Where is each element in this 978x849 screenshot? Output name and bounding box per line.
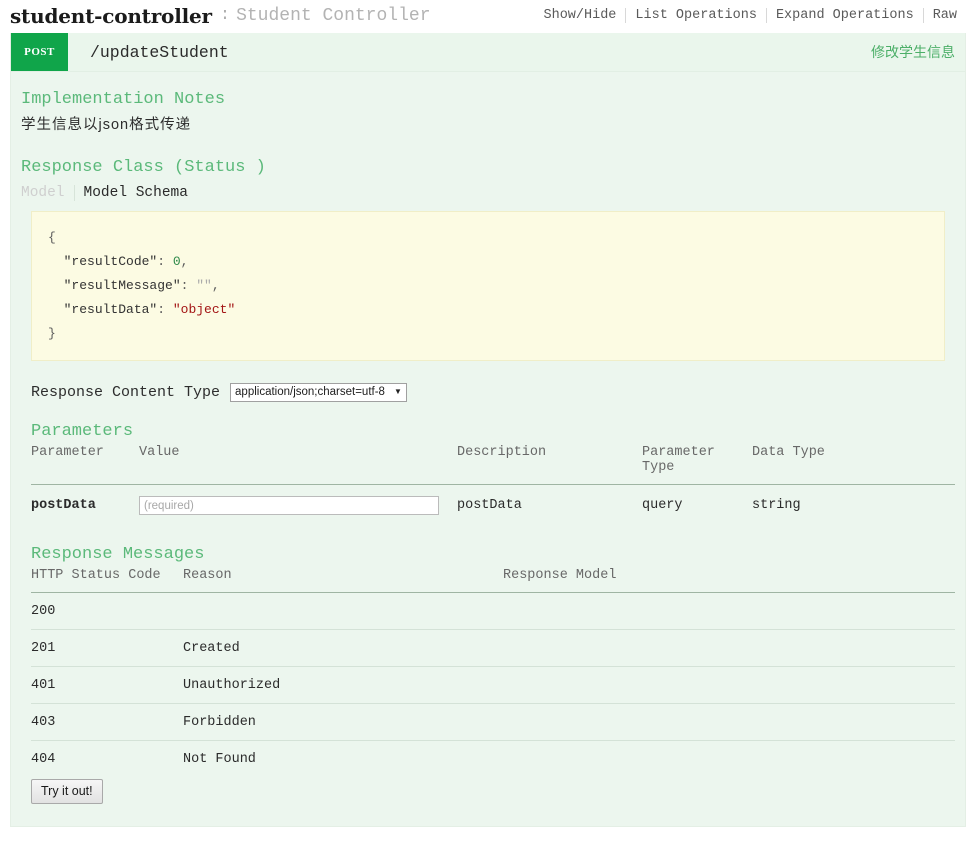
response-content-type-label: Response Content Type — [31, 384, 221, 401]
response-code-201: 201 — [31, 629, 183, 667]
list-operations-link[interactable]: List Operations — [626, 8, 766, 23]
table-row: 403 Forbidden — [31, 703, 955, 741]
resource-options: Show/Hide List Operations Expand Operati… — [535, 8, 967, 23]
response-code-403: 403 — [31, 703, 183, 741]
th-parameter-type: Parameter Type — [642, 445, 752, 485]
operation-path[interactable]: /updateStudent — [90, 43, 229, 62]
param-description-postdata: postData — [457, 498, 522, 513]
response-class-title: Response Class (Status ) — [21, 158, 266, 177]
tab-model-schema[interactable]: Model Schema — [73, 185, 188, 201]
response-header-row: HTTP Status Code Reason Response Model — [31, 568, 955, 593]
param-datatype-postdata: string — [752, 498, 801, 513]
schema-value-resultmessage: "" — [196, 278, 212, 293]
table-row: 201 Created — [31, 629, 955, 667]
table-row: 200 — [31, 592, 955, 630]
brace-close: } — [48, 326, 56, 341]
response-code-404: 404 — [31, 752, 56, 767]
parameters-section: Parameters Parameter Value Description P… — [31, 422, 955, 525]
schema-value-resultcode: 0 — [172, 254, 181, 269]
implementation-notes-text: 学生信息以json格式传递 — [21, 117, 192, 133]
th-response-model: Response Model — [503, 568, 955, 593]
try-it-out-button[interactable]: Try it out! — [31, 779, 103, 804]
th-data-type: Data Type — [752, 445, 955, 485]
response-model-403 — [503, 703, 955, 741]
response-model-201 — [503, 629, 955, 667]
response-reason-401: Unauthorized — [183, 666, 503, 704]
th-parameter-type-line2: Type — [642, 460, 675, 475]
response-code-401: 401 — [31, 666, 183, 704]
implementation-notes-title: Implementation Notes — [21, 90, 226, 109]
raw-link[interactable]: Raw — [924, 8, 966, 23]
resource-name[interactable]: student-controller — [10, 4, 212, 28]
schema-key-resultcode: "resultCode" — [63, 254, 158, 269]
parameters-table: Parameter Value Description Parameter Typ… — [31, 445, 955, 525]
th-value: Value — [139, 445, 457, 485]
chevron-down-icon: ▼ — [393, 387, 402, 396]
table-row: 404 Not Found — [31, 741, 955, 778]
http-method-badge: POST — [11, 33, 68, 71]
response-code-200: 200 — [31, 592, 183, 630]
th-parameter: Parameter — [31, 445, 139, 485]
th-parameter-type-line1: Parameter — [642, 445, 715, 460]
model-tabs: Model Model Schema — [21, 185, 965, 201]
tab-model[interactable]: Model — [21, 185, 74, 201]
response-content-type-row: Response Content Type application/json;c… — [31, 383, 965, 402]
response-model-200 — [503, 592, 955, 630]
operation-updatestudent: POST /updateStudent 修改学生信息 Implementatio… — [10, 33, 966, 827]
response-reason-200 — [183, 592, 503, 630]
response-model-404 — [503, 741, 955, 778]
schema-comma-0: , — [180, 254, 189, 269]
table-row: 401 Unauthorized — [31, 666, 955, 704]
response-messages-title: Response Messages — [31, 545, 205, 564]
param-type-postdata: query — [642, 498, 683, 513]
expand-operations-link[interactable]: Expand Operations — [767, 8, 923, 23]
param-value-cell — [139, 485, 457, 526]
parameters-header-row: Parameter Value Description Parameter Typ… — [31, 445, 955, 485]
resource-header: student-controller : Student Controller … — [0, 0, 978, 31]
postdata-input[interactable] — [139, 496, 439, 515]
table-row: postData postData query string — [31, 485, 955, 526]
schema-comma-1: , — [211, 278, 220, 293]
operation-summary: 修改学生信息 — [871, 44, 955, 60]
show-hide-link[interactable]: Show/Hide — [535, 8, 626, 23]
response-messages-section: Response Messages HTTP Status Code Reaso… — [31, 545, 955, 777]
parameters-title: Parameters — [31, 422, 134, 441]
th-http-status-code: HTTP Status Code — [31, 568, 183, 593]
response-model-401 — [503, 666, 955, 704]
tryout-container: Try it out! — [31, 779, 965, 812]
param-name-postdata: postData — [31, 498, 96, 513]
operation-heading-bar[interactable]: POST /updateStudent 修改学生信息 — [11, 33, 965, 72]
response-reason-404: Not Found — [183, 752, 256, 767]
response-content-type-value: application/json;charset=utf-8 — [235, 386, 385, 398]
brace-open: { — [48, 230, 56, 245]
th-description: Description — [457, 445, 642, 485]
response-messages-table: HTTP Status Code Reason Response Model 2… — [31, 568, 955, 777]
resource-separator: : — [219, 6, 231, 25]
schema-value-resultdata: "object" — [172, 302, 236, 317]
resource-description: Student Controller — [236, 5, 431, 26]
operation-content: Implementation Notes 学生信息以json格式传递 Respo… — [11, 72, 965, 826]
schema-key-resultdata: "resultData" — [63, 302, 158, 317]
response-content-type-select[interactable]: application/json;charset=utf-8 ▼ — [230, 383, 407, 402]
schema-key-resultmessage: "resultMessage" — [63, 278, 181, 293]
th-reason: Reason — [183, 568, 503, 593]
model-schema-code: { "resultCode": 0, "resultMessage": "", … — [31, 211, 945, 361]
response-reason-403: Forbidden — [183, 703, 503, 741]
response-reason-201: Created — [183, 629, 503, 667]
